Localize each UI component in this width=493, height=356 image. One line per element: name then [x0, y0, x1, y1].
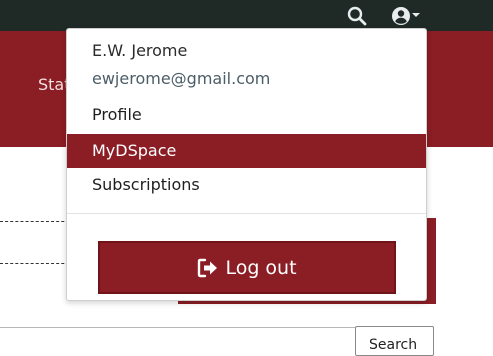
search-icon[interactable] [347, 6, 367, 26]
sign-out-icon [197, 258, 219, 278]
menu-item-mydspace[interactable]: MyDSpace [67, 134, 426, 168]
top-navbar [0, 0, 493, 31]
menu-item-subscriptions[interactable]: Subscriptions [67, 168, 426, 202]
user-circle-icon[interactable] [391, 6, 411, 26]
user-name: E.W. Jerome [92, 41, 188, 60]
logout-button[interactable]: Log out [98, 241, 396, 294]
user-email: ewjerome@gmail.com [92, 69, 271, 88]
user-dropdown-menu: E.W. Jerome ewjerome@gmail.com Profile M… [66, 28, 427, 301]
chevron-down-icon[interactable] [412, 13, 420, 17]
search-input[interactable] [0, 327, 355, 328]
logout-label: Log out [225, 256, 297, 279]
search-button[interactable]: Search [355, 326, 434, 356]
menu-item-profile[interactable]: Profile [67, 98, 426, 132]
menu-divider [67, 213, 426, 214]
